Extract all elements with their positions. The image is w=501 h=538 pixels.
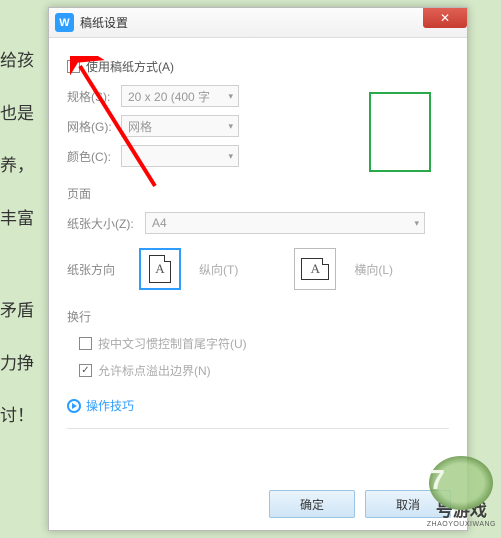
chevron-down-icon: ▾ — [228, 91, 233, 102]
cancel-button[interactable]: 取消 — [365, 490, 451, 518]
overflow-label: 允许标点溢出边界(N) — [98, 362, 211, 379]
portrait-label: 纵向(T) — [199, 261, 238, 278]
spec-value: 20 x 20 (400 字 — [128, 88, 210, 105]
dialog-title: 稿纸设置 — [80, 14, 128, 31]
tips-link[interactable]: 操作技巧 — [67, 397, 449, 414]
ok-button[interactable]: 确定 — [269, 490, 355, 518]
use-writing-paper-label: 使用稿纸方式(A) — [86, 58, 174, 75]
color-combo[interactable]: ▾ — [121, 145, 239, 167]
spec-combo[interactable]: 20 x 20 (400 字 ▾ — [121, 85, 239, 107]
chevron-down-icon: ▾ — [228, 151, 233, 162]
paper-size-label: 纸张大小(Z): — [67, 215, 145, 232]
close-button[interactable]: ✕ — [423, 8, 467, 28]
play-circle-icon — [67, 399, 81, 413]
preview-box — [369, 92, 431, 172]
paper-size-value: A4 — [152, 216, 167, 230]
chevron-down-icon: ▾ — [228, 121, 233, 132]
dialog-footer: 确定 取消 — [269, 490, 451, 518]
orientation-label: 纸张方向 — [67, 261, 127, 278]
tips-label: 操作技巧 — [86, 397, 134, 414]
landscape-page-icon: A — [301, 258, 329, 280]
chevron-down-icon: ▾ — [414, 218, 419, 229]
portrait-option[interactable]: A — [139, 248, 181, 290]
color-label: 颜色(C): — [67, 148, 121, 165]
page-section-label: 页面 — [67, 185, 449, 202]
cjk-control-checkbox[interactable] — [79, 337, 92, 350]
spec-label: 规格(S): — [67, 88, 121, 105]
landscape-option[interactable]: A — [294, 248, 336, 290]
paper-size-combo[interactable]: A4 ▾ — [145, 212, 425, 234]
writing-paper-settings-dialog: W 稿纸设置 ✕ 使用稿纸方式(A) 规格(S): 20 x 20 (400 字… — [48, 7, 468, 531]
landscape-label: 横向(L) — [354, 261, 393, 278]
use-writing-paper-row: 使用稿纸方式(A) — [67, 58, 449, 75]
grid-label: 网格(G): — [67, 118, 121, 135]
divider — [67, 428, 449, 429]
portrait-page-icon: A — [149, 255, 171, 283]
grid-value: 网格 — [128, 118, 152, 135]
use-writing-paper-checkbox[interactable] — [67, 60, 80, 73]
overflow-checkbox[interactable] — [79, 364, 92, 377]
dialog-content: 使用稿纸方式(A) 规格(S): 20 x 20 (400 字 ▾ 网格(G):… — [49, 38, 467, 451]
wrap-section-label: 换行 — [67, 308, 449, 325]
grid-combo[interactable]: 网格 ▾ — [121, 115, 239, 137]
app-icon: W — [55, 13, 74, 32]
titlebar: W 稿纸设置 ✕ — [49, 8, 467, 38]
cjk-control-label: 按中文习惯控制首尾字符(U) — [98, 335, 247, 352]
